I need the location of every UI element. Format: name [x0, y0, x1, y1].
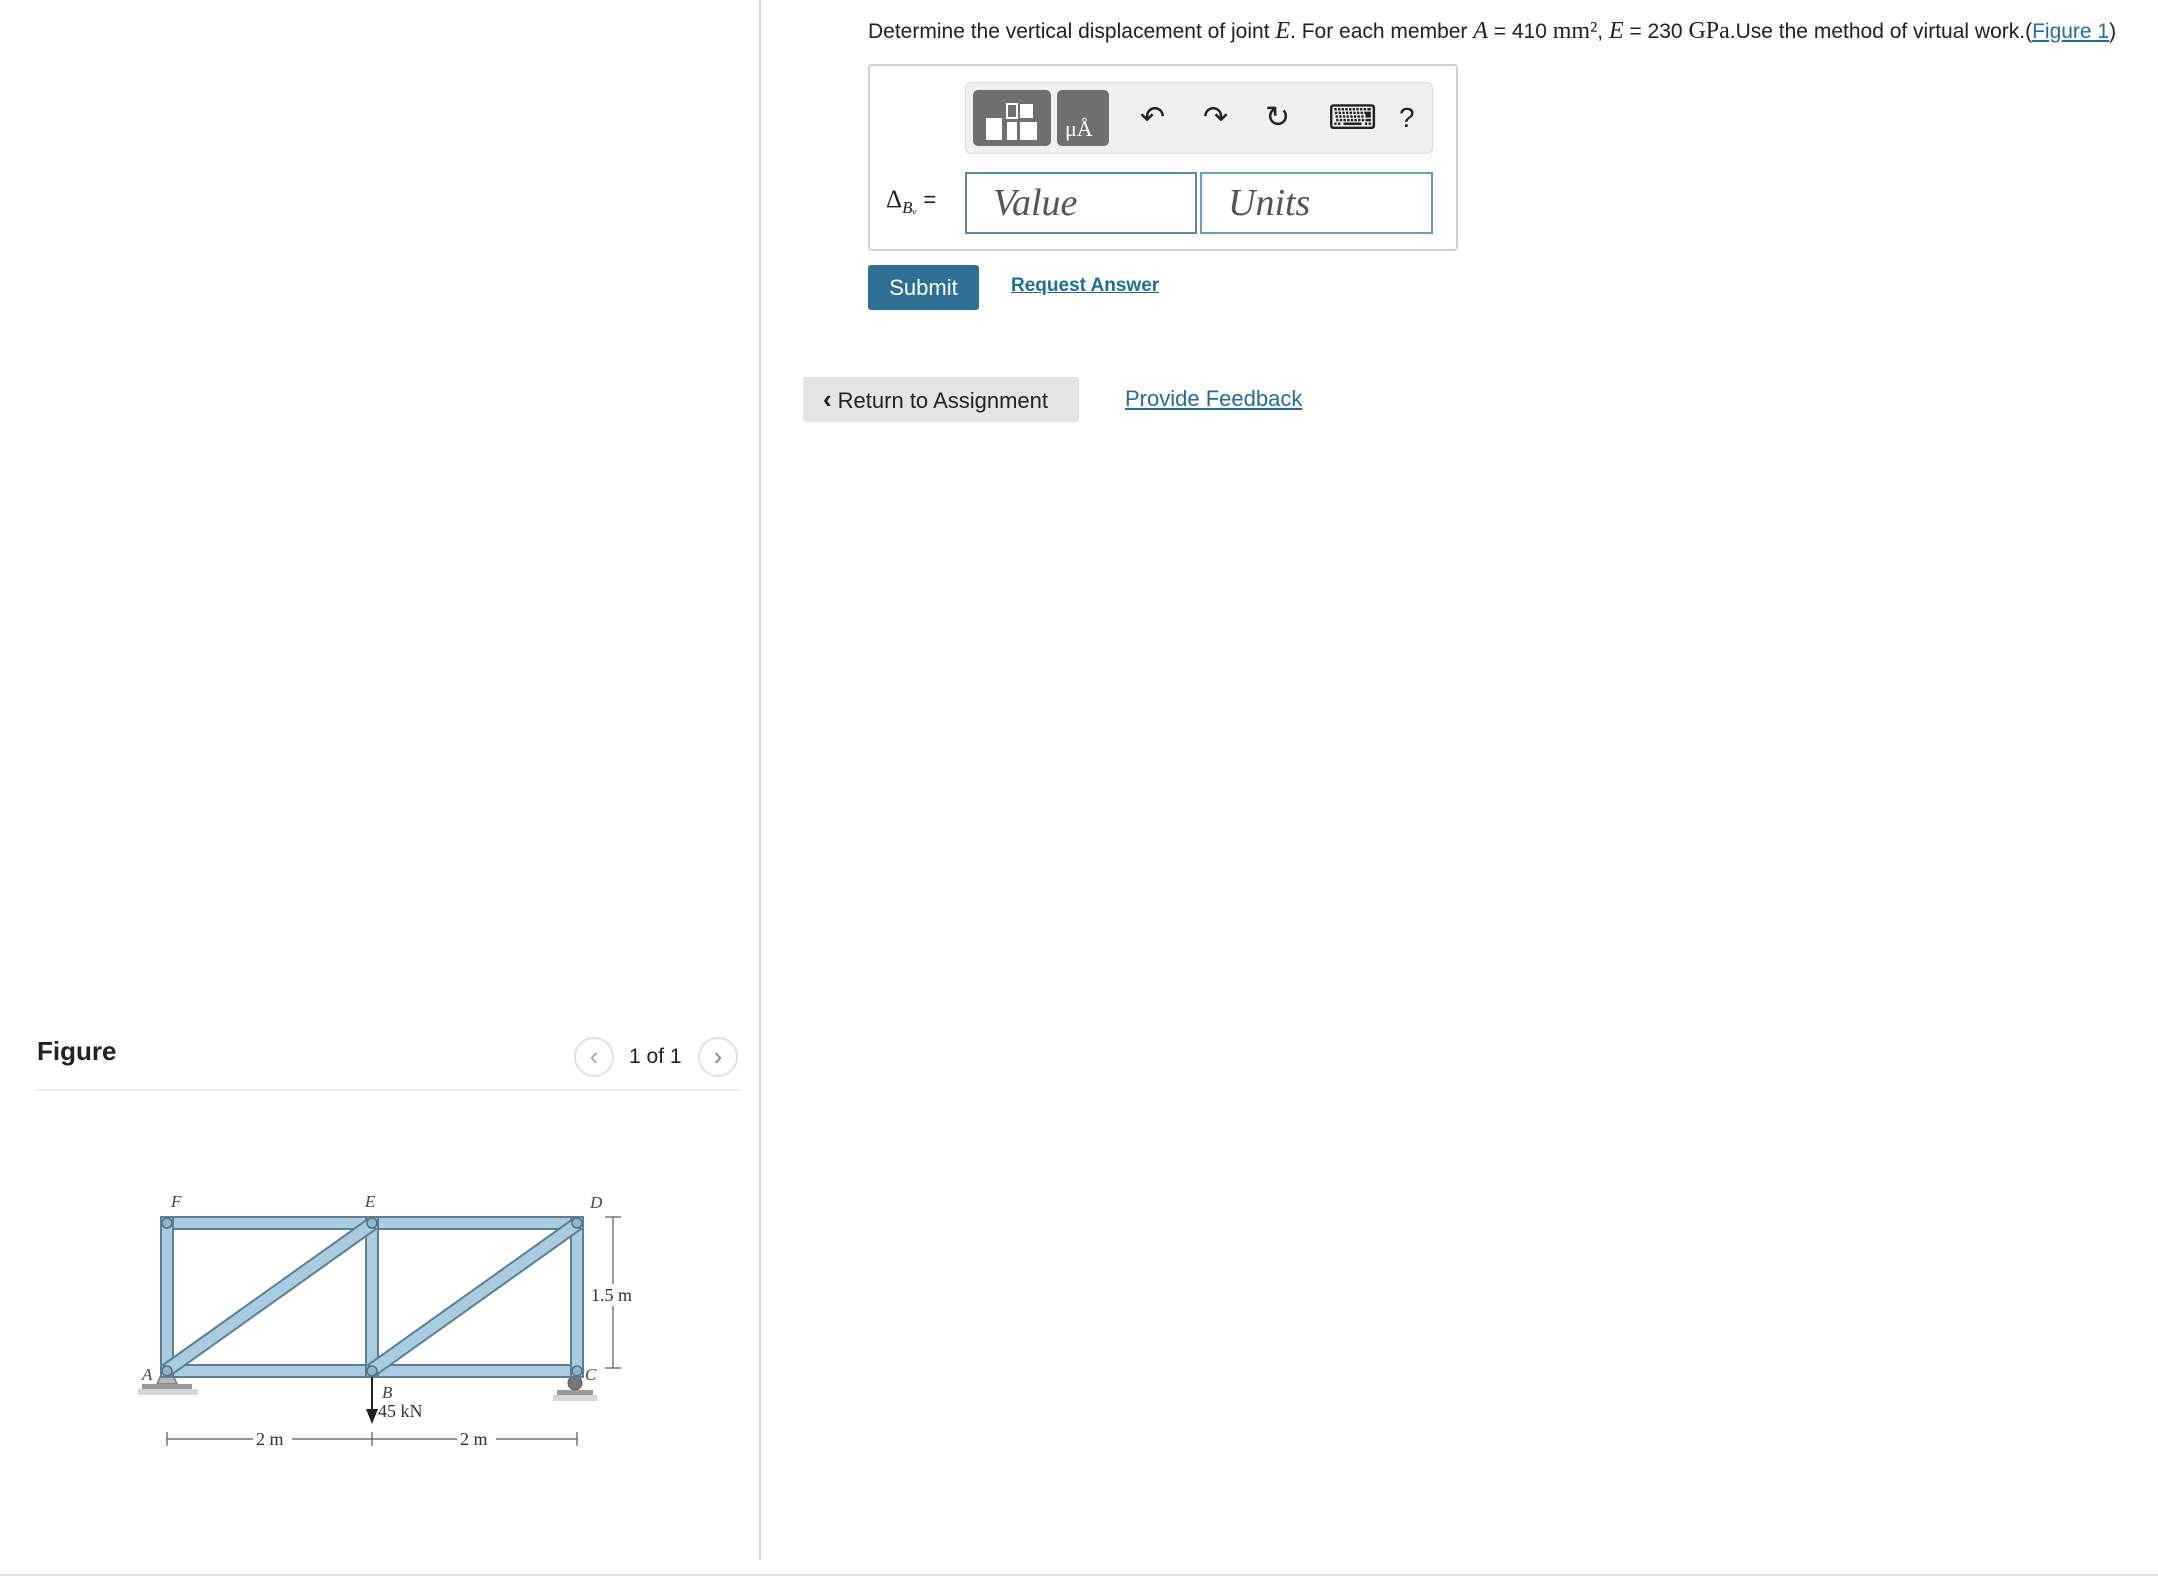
joint-label-d: D — [589, 1193, 603, 1212]
joint-label-f: F — [170, 1192, 182, 1211]
area-unit: mm² — [1552, 18, 1598, 44]
load-label: 45 kN — [378, 1401, 423, 1421]
delta-symbol: Δ — [886, 186, 903, 213]
question-text: Determine the vertical displacement of j… — [868, 18, 2117, 44]
height-dimension-label: 1.5 m — [591, 1285, 632, 1305]
undo-icon[interactable]: ↶ — [1140, 101, 1165, 135]
answer-box: μÅ ↶ ↷ ↻ ⌨ ? ΔBᵥ = Value Units — [868, 64, 1458, 251]
return-to-assignment-button[interactable]: ‹ Return to Assignment — [803, 377, 1079, 422]
keyboard-icon[interactable]: ⌨ — [1328, 101, 1377, 135]
panel-divider — [759, 0, 761, 1560]
figure-counter: 1 of 1 — [629, 1045, 682, 1068]
truss-members — [160, 1216, 584, 1378]
area-symbol: A — [1473, 18, 1488, 44]
joint-label-b: B — [382, 1383, 393, 1402]
member-ae — [161, 1217, 378, 1377]
span-dimensions — [166, 1432, 578, 1446]
joint-label-c: C — [585, 1365, 597, 1384]
units-input[interactable]: Units — [1200, 172, 1433, 234]
return-label: Return to Assignment — [837, 388, 1049, 413]
span-dimension-right: 2 m — [460, 1429, 488, 1449]
units-button[interactable]: μÅ — [1057, 90, 1109, 146]
units-icon: μÅ — [1065, 116, 1093, 141]
member-eb — [365, 1216, 379, 1378]
templates-icon — [986, 103, 1037, 140]
help-icon[interactable]: ? — [1399, 101, 1415, 135]
figure-link[interactable]: Figure 1 — [2032, 20, 2109, 43]
figure-prev-button[interactable]: ‹ — [574, 1037, 614, 1077]
provide-feedback-link[interactable]: Provide Feedback — [1125, 386, 1302, 412]
joint-symbol: E — [1275, 18, 1291, 44]
answer-label: ΔBᵥ = — [886, 186, 936, 218]
joint-label-a: A — [141, 1365, 153, 1384]
modulus-symbol: E — [1608, 18, 1624, 44]
delta-subscript: Bᵥ — [902, 198, 918, 217]
reset-icon[interactable]: ↻ — [1265, 101, 1290, 135]
modulus-unit: GPa — [1688, 18, 1730, 44]
figure-title: Figure — [37, 1036, 117, 1066]
figure-divider — [37, 1089, 739, 1091]
figure-next-button[interactable]: › — [698, 1037, 738, 1077]
joint-label-e: E — [364, 1192, 376, 1211]
equals-sign: = — [923, 187, 937, 212]
span-dimension-left: 2 m — [256, 1429, 284, 1449]
truss-diagram: F E D A C B 45 kN 1.5 m 2 m 2 m — [138, 1192, 632, 1449]
member-dc — [570, 1216, 584, 1378]
figure-panel: Figure ‹ 1 of 1 › F E D A C B 45 kN 1.5 … — [0, 0, 759, 1560]
bottom-rule — [0, 1574, 2158, 1576]
math-toolbar: μÅ ↶ ↷ ↻ ⌨ ? — [965, 82, 1433, 154]
submit-button[interactable]: Submit — [868, 265, 979, 310]
value-input[interactable]: Value — [965, 172, 1197, 234]
request-answer-link[interactable]: Request Answer — [1011, 275, 1159, 297]
load-arrow — [366, 1377, 378, 1424]
member-fa — [160, 1216, 174, 1378]
chevron-left-icon: ‹ — [823, 384, 832, 414]
templates-button[interactable] — [973, 90, 1051, 146]
member-bd — [366, 1217, 583, 1377]
redo-icon[interactable]: ↷ — [1203, 101, 1228, 135]
